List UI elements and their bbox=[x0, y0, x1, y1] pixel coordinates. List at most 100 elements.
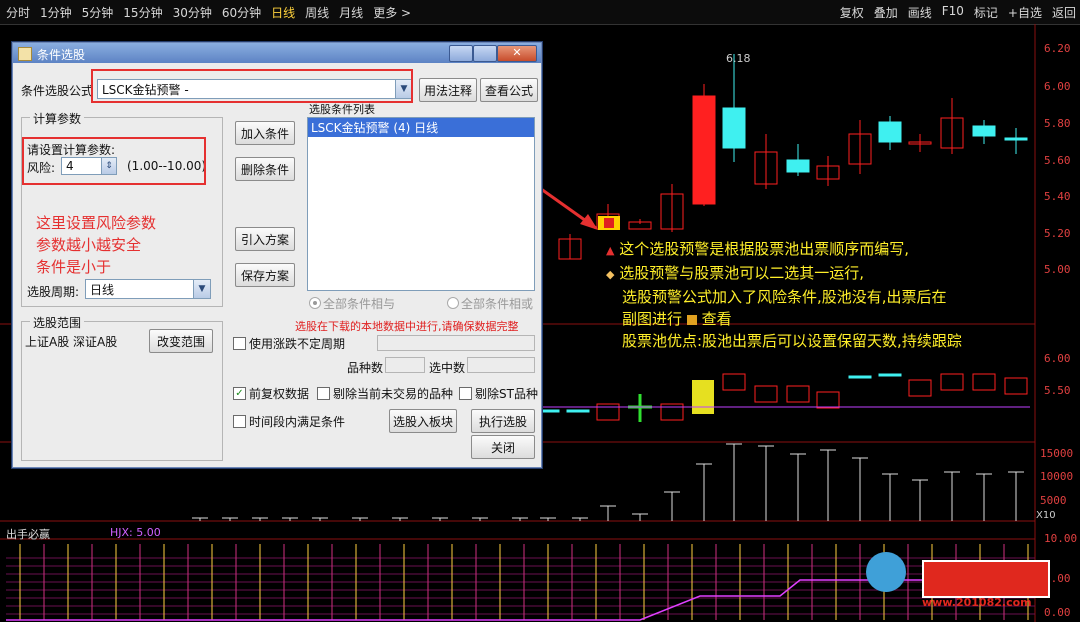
exclude-st-checkbox[interactable] bbox=[459, 387, 472, 400]
time-segment-checkbox[interactable] bbox=[233, 415, 246, 428]
candle-body bbox=[1004, 137, 1028, 141]
period-tabs: 分时 1分钟 5分钟 15分钟 30分钟 60分钟 日线 周线 月线 更多 > bbox=[6, 4, 411, 21]
save-plan-button[interactable]: 保存方案 bbox=[235, 263, 295, 287]
right-annotation-line: 查看 bbox=[701, 310, 732, 328]
period-tab[interactable]: 30分钟 bbox=[173, 4, 212, 21]
exclude-st-label: 剔除ST品种 bbox=[475, 387, 538, 401]
selected-count-field bbox=[467, 357, 535, 373]
diamond-icon: ◆ bbox=[606, 268, 615, 281]
indicator-bar bbox=[754, 385, 778, 403]
candle-body bbox=[722, 107, 746, 149]
period-select[interactable]: 日线 ▼ bbox=[85, 279, 211, 299]
right-annotation-line: 股票池优点:股池出票后可以设置保留天数,持续跟踪 bbox=[622, 332, 962, 350]
conditions-label: 选股条件列表 bbox=[309, 103, 375, 116]
axis-label: 5.20 bbox=[1044, 227, 1071, 240]
signal-icon bbox=[686, 314, 697, 325]
dialog-titlebar[interactable]: 条件选股 ✕ bbox=[13, 43, 541, 63]
toolbar-action[interactable]: 返回 bbox=[1052, 4, 1076, 21]
indicator-bar bbox=[972, 373, 996, 391]
indicator-bar bbox=[786, 385, 810, 403]
axis-label: 5.60 bbox=[1044, 154, 1071, 167]
pre-restore-checkbox[interactable]: ✓ bbox=[233, 387, 246, 400]
toolbar-action[interactable]: 标记 bbox=[974, 4, 998, 21]
period-tab[interactable]: 分时 bbox=[6, 4, 30, 21]
period-tab[interactable]: 5分钟 bbox=[82, 4, 114, 21]
period-tab[interactable]: 1分钟 bbox=[40, 4, 72, 21]
axis-label: 10.00 bbox=[1044, 532, 1078, 545]
bottom-panel-value: HJX: 5.00 bbox=[110, 526, 161, 539]
arrow-head bbox=[580, 214, 598, 230]
radio-or-label: 全部条件相或 bbox=[461, 297, 534, 311]
conditions-list[interactable]: LSCK金钻预警 (4) 日线 bbox=[307, 117, 535, 291]
left-annotation-line: 条件是小于 bbox=[36, 258, 112, 276]
toolbar-action[interactable]: +自选 bbox=[1008, 4, 1042, 21]
uncertain-period-checkbox[interactable] bbox=[233, 337, 246, 350]
left-annotation-line: 参数越小越安全 bbox=[36, 236, 142, 254]
variety-count-label: 品种数 bbox=[347, 361, 384, 375]
toolbar-action[interactable]: F10 bbox=[942, 4, 964, 21]
usage-notes-button[interactable]: 用法注释 bbox=[419, 78, 477, 102]
candle-body bbox=[692, 95, 716, 205]
triangle-icon: ▲ bbox=[606, 244, 615, 257]
params-group-title: 计算参数 bbox=[30, 110, 85, 127]
pre-restore-label: 前复权数据 bbox=[249, 387, 310, 401]
axis-label: 15000 bbox=[1040, 447, 1074, 460]
maximize-button[interactable] bbox=[473, 45, 497, 62]
watermark-url: www.201082.com bbox=[922, 596, 1032, 609]
minimize-button[interactable] bbox=[449, 45, 473, 62]
add-condition-button[interactable]: 加入条件 bbox=[235, 121, 295, 145]
left-annotation: 这里设置风险参数 参数越小越安全 条件是小于 bbox=[36, 212, 156, 278]
condition-item[interactable]: LSCK金钻预警 (4) 日线 bbox=[308, 118, 534, 137]
period-tab[interactable]: 周线 bbox=[305, 4, 329, 21]
dialog-title: 条件选股 bbox=[37, 48, 86, 62]
toolbar-action[interactable]: 复权 bbox=[840, 4, 864, 21]
indicator-bar bbox=[940, 373, 964, 391]
candle-body bbox=[878, 121, 902, 143]
axis-label: 5.40 bbox=[1044, 190, 1071, 203]
to-board-button[interactable]: 选股入板块 bbox=[389, 409, 457, 433]
data-warning: 选股在下载的本地数据中进行,请确保数据完整 bbox=[295, 320, 519, 333]
axis-label: 10000 bbox=[1040, 470, 1074, 483]
close-button[interactable]: 关闭 bbox=[471, 435, 535, 459]
period-tab[interactable]: 15分钟 bbox=[123, 4, 162, 21]
selected-count-label: 选中数 bbox=[429, 361, 466, 375]
period-tab[interactable]: 日线 bbox=[271, 4, 295, 21]
radio-or[interactable] bbox=[447, 297, 459, 309]
toolbar-action[interactable]: 画线 bbox=[908, 4, 932, 21]
view-formula-button[interactable]: 查看公式 bbox=[480, 78, 538, 102]
delete-condition-button[interactable]: 删除条件 bbox=[235, 157, 295, 181]
range-value: 上证A股 深证A股 bbox=[25, 335, 118, 349]
signal-marker bbox=[604, 218, 614, 228]
right-annotation-line: 选股预警与股票池可以二选其一运行, bbox=[619, 264, 865, 282]
indicator-bar bbox=[660, 403, 684, 421]
indicator-bar bbox=[692, 380, 714, 414]
period-tab[interactable]: 更多 > bbox=[373, 4, 411, 21]
volume-unit: X10 bbox=[1036, 510, 1056, 521]
axis-label: 5.00 bbox=[1044, 263, 1071, 276]
period-tab[interactable]: 60分钟 bbox=[222, 4, 261, 21]
indicator-bar bbox=[722, 373, 746, 391]
indicator-bar bbox=[566, 409, 590, 413]
candle-body bbox=[972, 125, 996, 137]
axis-label: 6.00 bbox=[1044, 352, 1071, 365]
formula-highlight-box bbox=[91, 69, 413, 103]
exclude-untraded-label: 剔除当前未交易的品种 bbox=[333, 387, 454, 401]
candle-body bbox=[786, 159, 810, 173]
execute-button[interactable]: 执行选股 bbox=[471, 409, 535, 433]
indicator-bar bbox=[596, 403, 620, 421]
watermark-logo: www.201082.com bbox=[862, 546, 1052, 616]
range-group-title: 选股范围 bbox=[30, 314, 85, 331]
close-icon[interactable]: ✕ bbox=[497, 45, 537, 62]
exclude-untraded-checkbox[interactable] bbox=[317, 387, 330, 400]
change-range-button[interactable]: 改变范围 bbox=[149, 329, 213, 353]
period-tab[interactable]: 月线 bbox=[339, 4, 363, 21]
radio-and[interactable] bbox=[309, 297, 321, 309]
formula-label: 条件选股公式 bbox=[21, 84, 94, 98]
toolbar-actions: 复权 叠加 画线 F10 标记 +自选 返回 bbox=[840, 4, 1076, 21]
params-highlight-box bbox=[22, 137, 206, 185]
chevron-down-icon[interactable]: ▼ bbox=[193, 280, 210, 298]
period-label: 选股周期: bbox=[27, 285, 80, 299]
right-annotation-line: 副图进行 bbox=[622, 310, 683, 328]
toolbar-action[interactable]: 叠加 bbox=[874, 4, 898, 21]
import-plan-button[interactable]: 引入方案 bbox=[235, 227, 295, 251]
